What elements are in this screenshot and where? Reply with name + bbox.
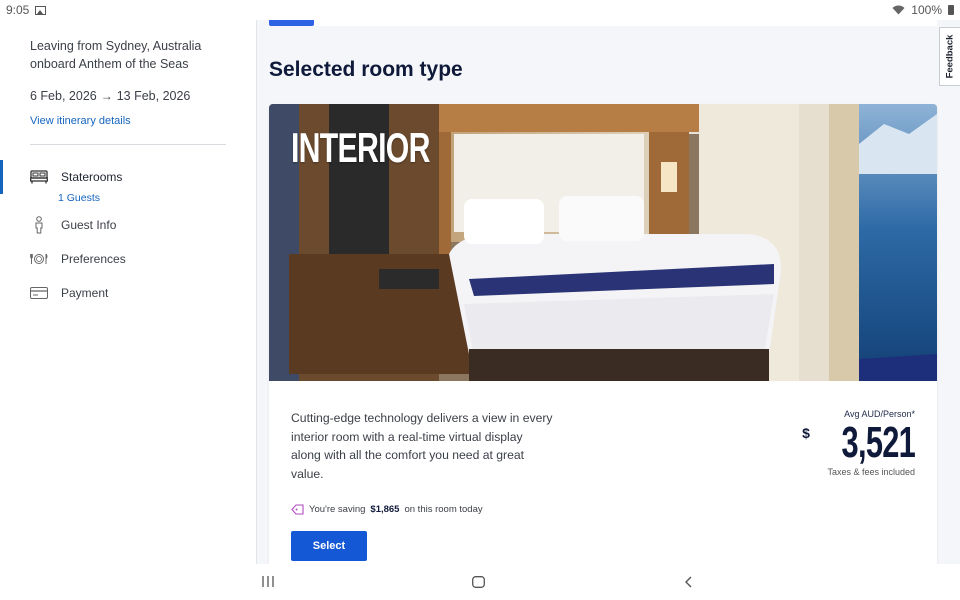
credit-card-icon: [30, 284, 48, 302]
saving-suffix: on this room today: [404, 504, 483, 515]
room-type-label: INTERIOR: [291, 124, 430, 171]
trip-summary: Leaving from Sydney, Australia onboard A…: [30, 37, 230, 73]
back-icon[interactable]: [684, 576, 692, 588]
image-notification-icon: [35, 5, 47, 15]
nav-label-payment: Payment: [61, 286, 109, 300]
view-itinerary-link[interactable]: View itinerary details: [30, 115, 131, 127]
booking-sidebar: Leaving from Sydney, Australia onboard A…: [0, 20, 256, 564]
bed-icon: [30, 168, 48, 186]
nav-item-guest-info[interactable]: Guest Info: [0, 208, 256, 242]
feedback-label: Feedback: [944, 34, 956, 79]
select-room-button[interactable]: Select: [291, 531, 367, 561]
main-content: Selected room type INTERIOR Cutting-edge…: [256, 20, 960, 564]
staterooms-guest-count[interactable]: 1 Guests: [0, 188, 256, 208]
recent-apps-icon[interactable]: [262, 576, 274, 587]
price-tag-icon: [291, 504, 304, 515]
nav-item-payment[interactable]: Payment: [0, 276, 256, 310]
person-icon: [30, 216, 48, 234]
previous-card-button-edge[interactable]: [269, 20, 314, 26]
trip-departure: Leaving from Sydney, Australia: [30, 39, 202, 53]
system-navigation-bar: [0, 564, 960, 600]
home-icon[interactable]: [472, 576, 485, 588]
currency-symbol: $: [802, 425, 810, 441]
booking-steps-nav: Staterooms 1 Guests Guest Info Preferenc…: [0, 160, 256, 310]
saving-prefix: You're saving: [309, 504, 366, 515]
savings-note: You're saving $1,865 on this room today: [291, 504, 483, 515]
price-value: $ 3,521: [775, 418, 916, 467]
price-amount: 3,521: [841, 418, 915, 467]
nav-label-staterooms: Staterooms: [61, 170, 123, 184]
trip-dates: 6 Feb, 2026 → 13 Feb, 2026: [30, 89, 190, 103]
status-bar: 9:05 100%: [0, 0, 960, 20]
arrow-right-icon: →: [100, 89, 113, 103]
previous-card-edge: [269, 20, 937, 26]
battery-percentage: 100%: [911, 3, 942, 17]
room-type-card: INTERIOR Cutting-edge technology deliver…: [269, 104, 937, 564]
saving-amount: $1,865: [370, 504, 400, 515]
feedback-tab[interactable]: Feedback: [939, 27, 960, 86]
nav-label-preferences: Preferences: [61, 252, 126, 266]
battery-icon: [948, 5, 954, 15]
nav-item-preferences[interactable]: Preferences: [0, 242, 256, 276]
trip-ship: onboard Anthem of the Seas: [30, 57, 189, 71]
date-from: 6 Feb, 2026: [30, 89, 97, 103]
page-title: Selected room type: [269, 58, 463, 81]
sidebar-divider: [30, 144, 226, 145]
nav-label-guest-info: Guest Info: [61, 218, 117, 232]
dining-icon: [30, 250, 48, 268]
room-photo: INTERIOR: [269, 104, 937, 381]
status-time: 9:05: [6, 3, 30, 17]
price-summary: Avg AUD/Person* $ 3,521 Taxes & fees inc…: [775, 409, 916, 477]
wifi-icon: [892, 5, 905, 15]
taxes-note: Taxes & fees included: [827, 467, 915, 477]
date-to: 13 Feb, 2026: [116, 89, 191, 103]
room-description: Cutting-edge technology delivers a view …: [291, 411, 553, 481]
